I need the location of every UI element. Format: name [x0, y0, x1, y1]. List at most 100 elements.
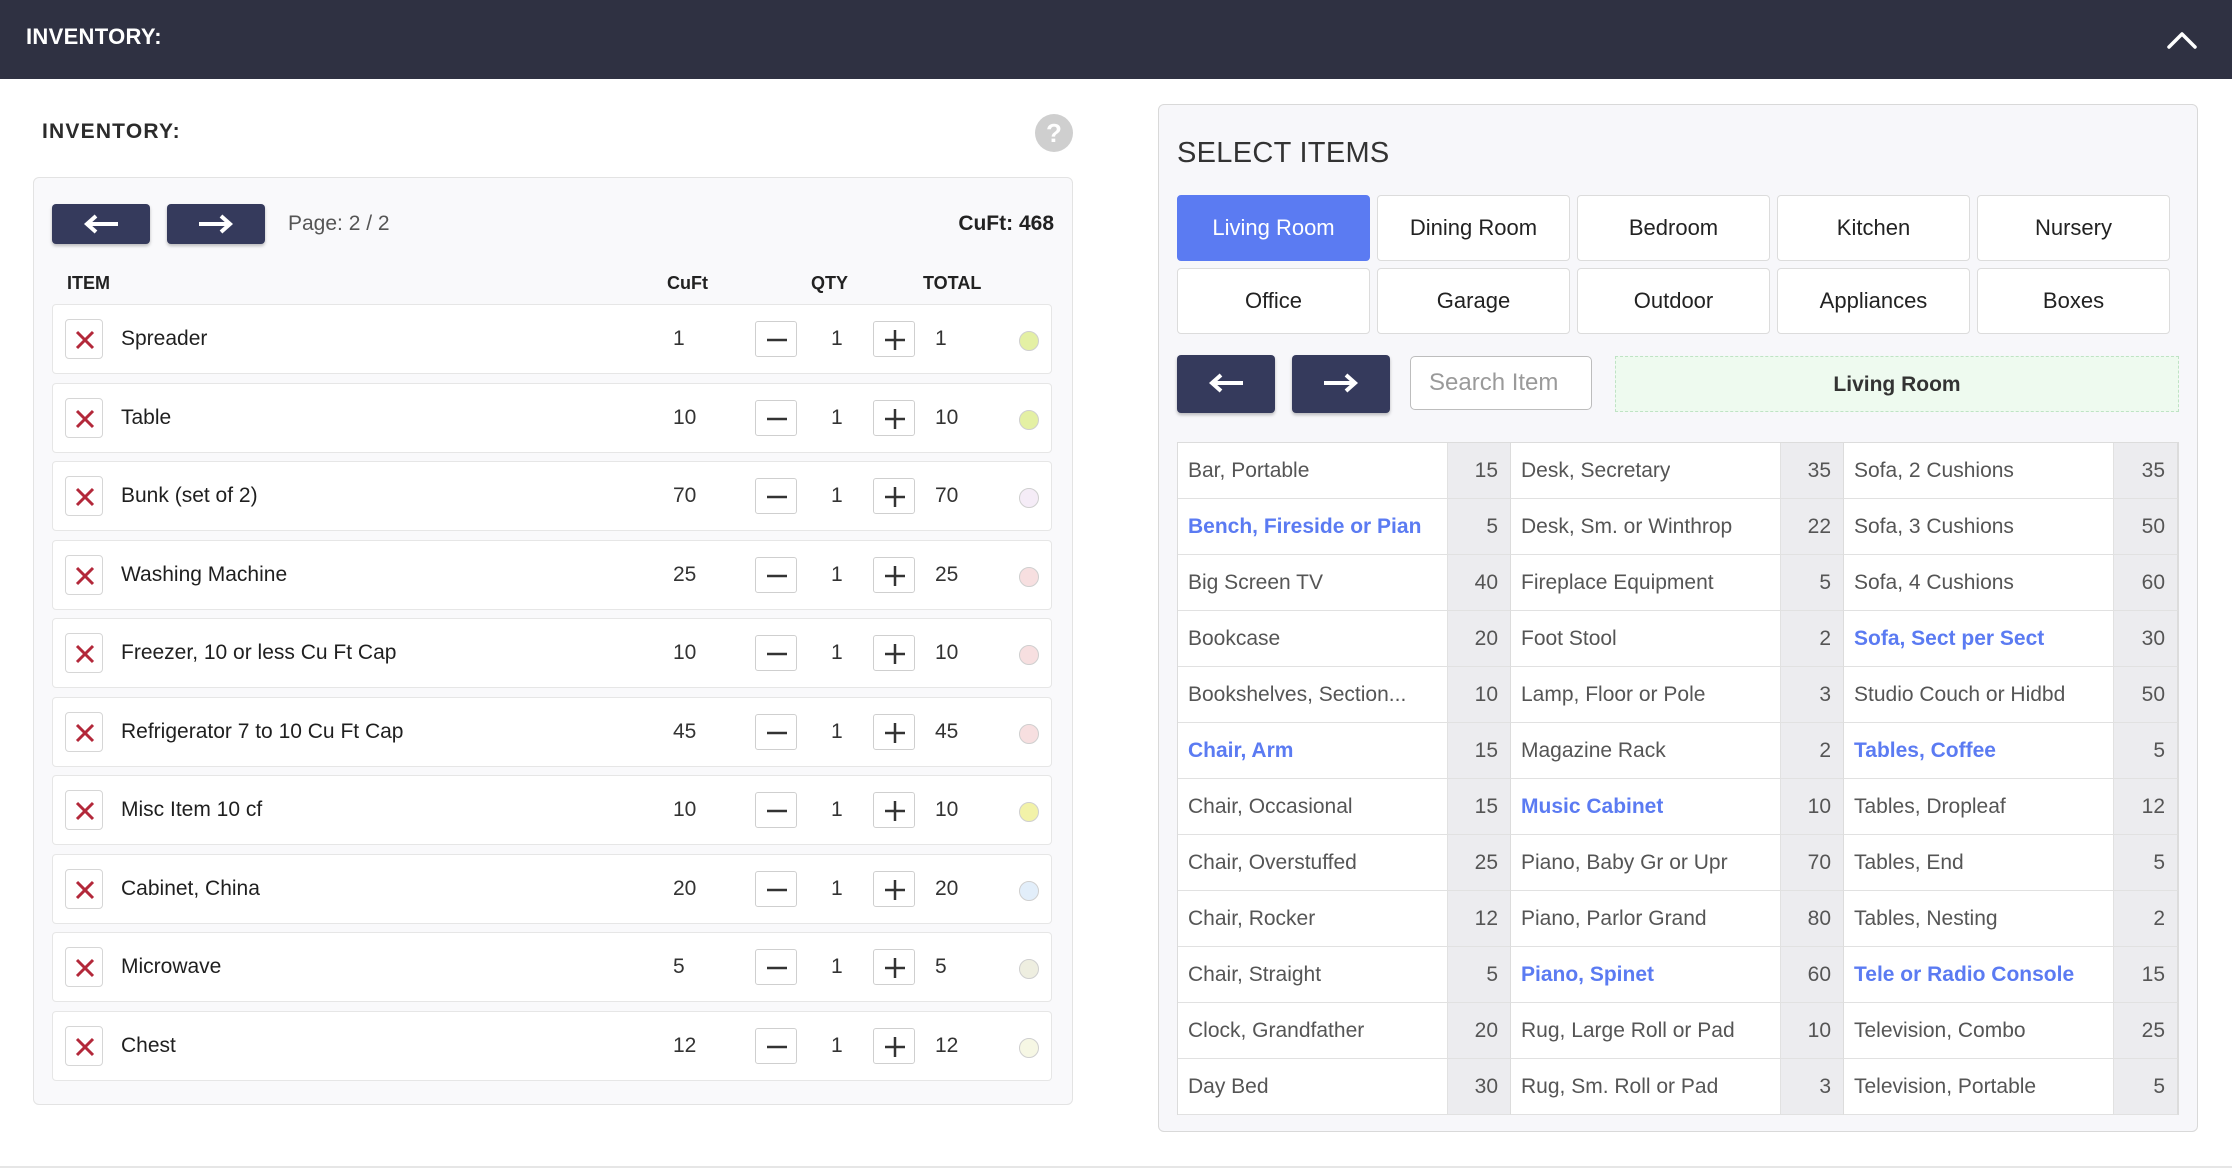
next-page-button[interactable]: [167, 204, 265, 244]
catalog-item-name: Magazine Rack: [1521, 739, 1666, 762]
room-tab-appliances[interactable]: Appliances: [1777, 268, 1970, 334]
catalog-item[interactable]: Chair, Overstuffed: [1178, 835, 1448, 891]
decrease-qty-button[interactable]: [755, 713, 797, 750]
increase-qty-button[interactable]: [873, 635, 915, 671]
decrease-qty-button[interactable]: [755, 1027, 797, 1064]
minus-icon: [767, 809, 787, 813]
selected-room-banner: Living Room: [1615, 356, 2179, 412]
catalog-item[interactable]: Sofa, 3 Cushions: [1844, 499, 2114, 555]
increase-qty-button[interactable]: [873, 399, 915, 436]
catalog-item[interactable]: Television, Portable: [1844, 1059, 2114, 1115]
minus-icon: [767, 966, 787, 970]
room-tab-outdoor[interactable]: Outdoor: [1577, 268, 1770, 334]
room-tab-dining-room[interactable]: Dining Room: [1377, 195, 1570, 261]
catalog-item[interactable]: Piano, Parlor Grand: [1511, 891, 1781, 947]
items-next-button[interactable]: [1292, 355, 1390, 413]
remove-item-button[interactable]: [65, 397, 103, 438]
catalog-item[interactable]: Music Cabinet: [1511, 779, 1781, 835]
catalog-item[interactable]: Desk, Secretary: [1511, 443, 1781, 499]
catalog-item[interactable]: Television, Combo: [1844, 1003, 2114, 1059]
remove-item-button[interactable]: [65, 947, 103, 987]
catalog-item[interactable]: Rug, Sm. Roll or Pad: [1511, 1059, 1781, 1115]
remove-item-button[interactable]: [65, 790, 103, 830]
close-icon: [75, 958, 95, 978]
catalog-item[interactable]: Tables, Nesting: [1844, 891, 2114, 947]
decrease-qty-button[interactable]: [755, 949, 797, 985]
catalog-item[interactable]: Foot Stool: [1511, 611, 1781, 667]
remove-item-button[interactable]: [65, 1025, 103, 1066]
remove-item-button[interactable]: [65, 319, 103, 359]
catalog-item[interactable]: Studio Couch or Hidbd: [1844, 667, 2114, 723]
remove-item-button[interactable]: [65, 868, 103, 909]
catalog-item[interactable]: Big Screen TV: [1178, 555, 1448, 611]
catalog-item[interactable]: Sofa, 4 Cushions: [1844, 555, 2114, 611]
search-input[interactable]: [1410, 356, 1592, 410]
catalog-item-cuft: 50: [2114, 499, 2178, 555]
room-tab-boxes[interactable]: Boxes: [1977, 268, 2170, 334]
catalog-item[interactable]: Bookcase: [1178, 611, 1448, 667]
catalog-item[interactable]: Lamp, Floor or Pole: [1511, 667, 1781, 723]
increase-qty-button[interactable]: [873, 713, 915, 750]
catalog-item-cuft-value: 5: [1486, 515, 1498, 538]
catalog-item-cuft: 3: [1781, 667, 1844, 723]
catalog-item[interactable]: Chair, Arm: [1178, 723, 1448, 779]
room-tab-living-room[interactable]: Living Room: [1177, 195, 1370, 261]
minus-icon: [767, 574, 787, 577]
remove-item-button[interactable]: [65, 554, 103, 595]
remove-item-button[interactable]: [65, 633, 103, 673]
catalog-item[interactable]: Day Bed: [1178, 1059, 1448, 1115]
increase-qty-button[interactable]: [873, 792, 915, 828]
increase-qty-button[interactable]: [873, 556, 915, 593]
prev-page-button[interactable]: [52, 204, 150, 244]
increase-qty-button[interactable]: [873, 1027, 915, 1064]
catalog-item[interactable]: Bench, Fireside or Pian: [1178, 499, 1448, 555]
catalog-item[interactable]: Clock, Grandfather: [1178, 1003, 1448, 1059]
catalog-item[interactable]: Chair, Occasional: [1178, 779, 1448, 835]
decrease-qty-button[interactable]: [755, 399, 797, 436]
catalog-item[interactable]: Tables, Coffee: [1844, 723, 2114, 779]
catalog-item[interactable]: Tele or Radio Console: [1844, 947, 2114, 1003]
room-tab-office[interactable]: Office: [1177, 268, 1370, 334]
help-icon[interactable]: ?: [1035, 114, 1073, 152]
catalog-item[interactable]: Tables, Dropleaf: [1844, 779, 2114, 835]
catalog-item[interactable]: Piano, Spinet: [1511, 947, 1781, 1003]
catalog-item[interactable]: Fireplace Equipment: [1511, 555, 1781, 611]
chevron-up-icon[interactable]: [2164, 22, 2200, 58]
decrease-qty-button[interactable]: [755, 556, 797, 593]
catalog-item[interactable]: Piano, Baby Gr or Upr: [1511, 835, 1781, 891]
increase-qty-button[interactable]: [873, 870, 915, 907]
catalog-item[interactable]: Magazine Rack: [1511, 723, 1781, 779]
plus-icon: [885, 958, 905, 978]
close-icon: [75, 1037, 95, 1056]
decrease-qty-button[interactable]: [755, 478, 797, 514]
increase-qty-button[interactable]: [873, 321, 915, 357]
catalog-item[interactable]: Chair, Rocker: [1178, 891, 1448, 947]
catalog-item[interactable]: Tables, End: [1844, 835, 2114, 891]
decrease-qty-button[interactable]: [755, 635, 797, 671]
increase-qty-button[interactable]: [873, 949, 915, 985]
plus-icon: [885, 801, 905, 821]
increase-qty-button[interactable]: [873, 478, 915, 514]
catalog-item[interactable]: Sofa, Sect per Sect: [1844, 611, 2114, 667]
catalog-item[interactable]: Desk, Sm. or Winthrop: [1511, 499, 1781, 555]
decrease-qty-button[interactable]: [755, 870, 797, 907]
catalog-item[interactable]: Rug, Large Roll or Pad: [1511, 1003, 1781, 1059]
catalog-item-name: Desk, Secretary: [1521, 459, 1671, 482]
catalog-item-cuft-value: 10: [1807, 795, 1831, 818]
decrease-qty-button[interactable]: [755, 321, 797, 357]
catalog-item-name: Tables, Dropleaf: [1854, 795, 2006, 818]
remove-item-button[interactable]: [65, 711, 103, 752]
decrease-qty-button[interactable]: [755, 792, 797, 828]
catalog-item[interactable]: Bar, Portable: [1178, 443, 1448, 499]
room-tab-nursery[interactable]: Nursery: [1977, 195, 2170, 261]
room-tab-bedroom[interactable]: Bedroom: [1577, 195, 1770, 261]
room-tab-garage[interactable]: Garage: [1377, 268, 1570, 334]
remove-item-button[interactable]: [65, 476, 103, 516]
minus-icon: [767, 888, 787, 891]
items-prev-button[interactable]: [1177, 355, 1275, 413]
catalog-item[interactable]: Sofa, 2 Cushions: [1844, 443, 2114, 499]
room-tab-kitchen[interactable]: Kitchen: [1777, 195, 1970, 261]
catalog-item[interactable]: Chair, Straight: [1178, 947, 1448, 1003]
catalog-item[interactable]: Bookshelves, Section...: [1178, 667, 1448, 723]
minus-icon: [767, 1045, 787, 1048]
